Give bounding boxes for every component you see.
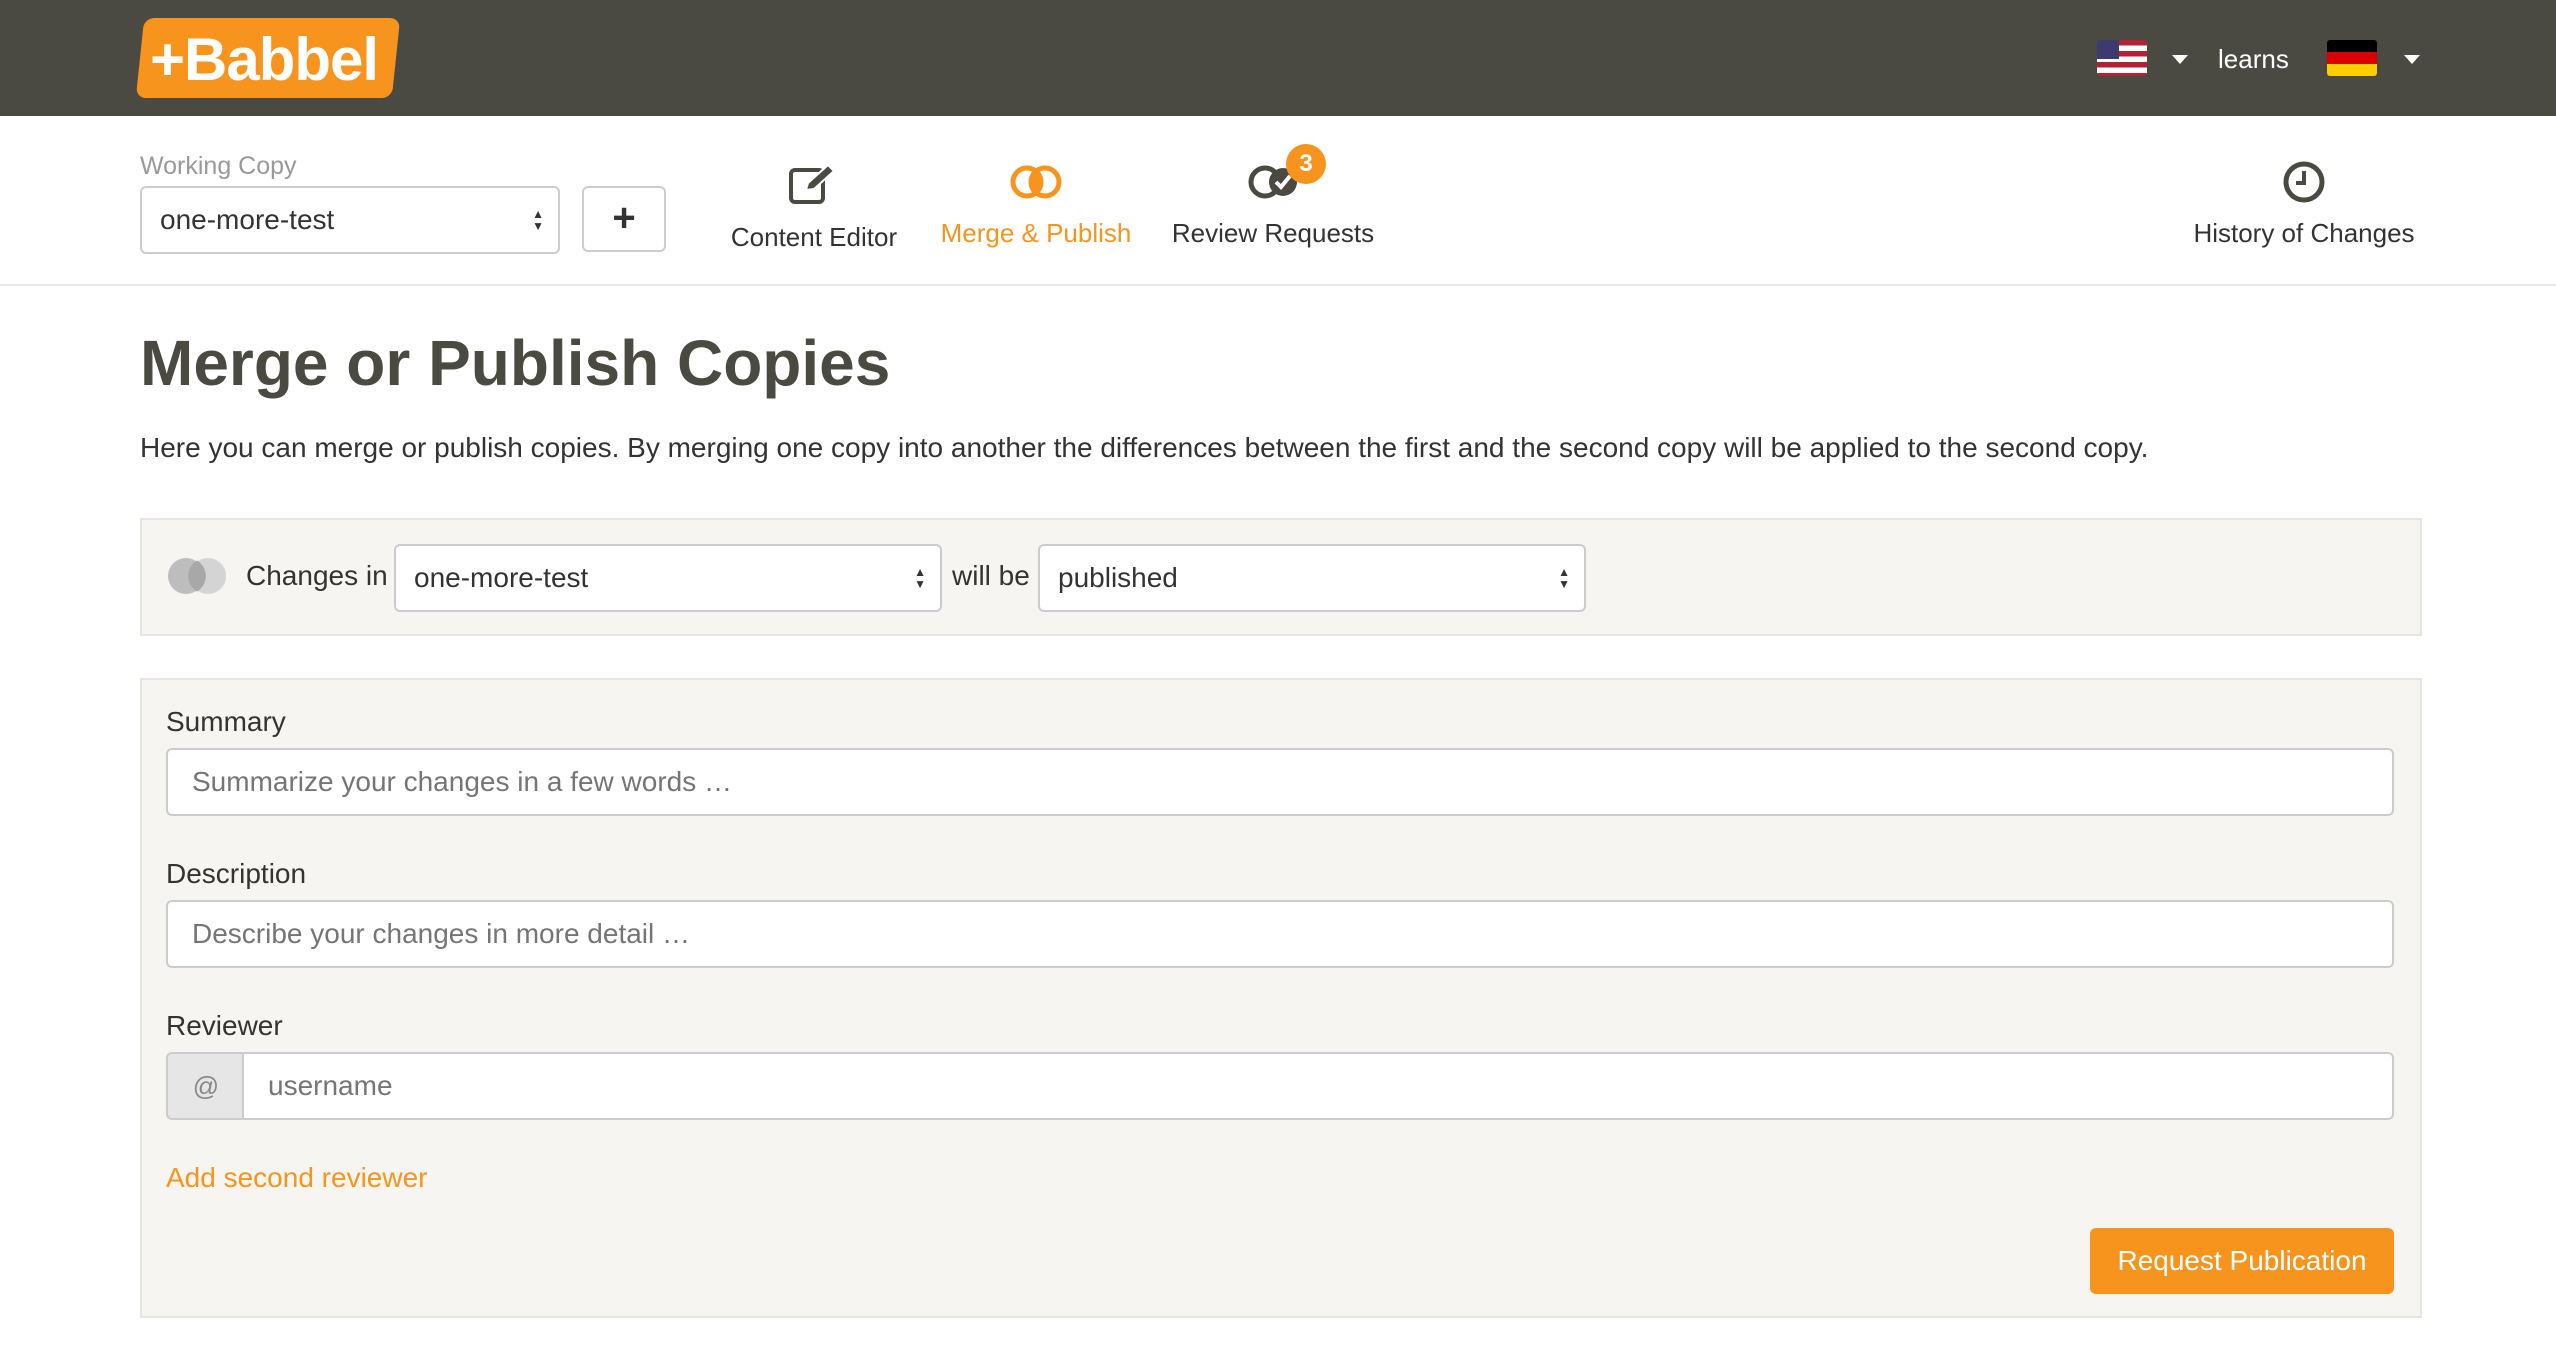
clock-icon xyxy=(2283,161,2325,203)
merge-toggle-icon[interactable] xyxy=(166,556,228,596)
source-copy-select[interactable]: one-more-test ▲ ▼ xyxy=(394,544,942,612)
working-copy-value: one-more-test xyxy=(160,204,335,235)
description-label: Description xyxy=(166,858,307,889)
at-sign-addon: @ xyxy=(166,1052,244,1120)
source-copy-value: one-more-test xyxy=(414,562,589,593)
chevron-down-icon[interactable] xyxy=(2172,55,2188,64)
merge-icon xyxy=(1010,165,1062,199)
logo-text: +Babbel xyxy=(150,26,379,93)
tab-history-of-changes[interactable]: History of Changes xyxy=(2180,150,2428,260)
target-action-value: published xyxy=(1058,562,1178,593)
de-flag-icon[interactable] xyxy=(2327,40,2377,76)
target-action-select[interactable]: published ▲ ▼ xyxy=(1038,544,1586,612)
summary-input[interactable] xyxy=(166,748,2394,816)
review-count-badge: 3 xyxy=(1286,144,1326,184)
tab-review-requests[interactable]: Review Requests xyxy=(1160,150,1386,260)
reviewer-label: Reviewer xyxy=(166,1010,283,1041)
intro-text: Here you can merge or publish copies. By… xyxy=(140,432,2149,463)
tab-merge-publish[interactable]: Merge & Publish xyxy=(926,150,1146,260)
tab-label: Content Editor xyxy=(730,222,898,252)
top-bar: +Babbel learns xyxy=(0,0,2556,116)
working-copy-label: Working Copy xyxy=(140,152,297,180)
chevron-down-icon[interactable] xyxy=(2404,55,2420,64)
tab-label: Merge & Publish xyxy=(940,218,1132,248)
will-be-label: will be xyxy=(952,560,1030,591)
select-arrows-icon: ▲ ▼ xyxy=(914,565,926,591)
add-second-reviewer-link[interactable]: Add second reviewer xyxy=(166,1162,427,1194)
tab-label: Review Requests xyxy=(1171,218,1375,248)
description-input[interactable] xyxy=(166,900,2394,968)
working-copy-select[interactable]: one-more-test ▲ ▼ xyxy=(140,186,560,254)
request-publication-button[interactable]: Request Publication xyxy=(2090,1228,2394,1294)
tab-label: History of Changes xyxy=(2193,218,2415,248)
page-title: Merge or Publish Copies xyxy=(140,327,891,399)
us-flag-icon[interactable] xyxy=(2097,40,2147,76)
select-arrows-icon: ▲ ▼ xyxy=(532,207,544,233)
changes-in-label: Changes in xyxy=(246,560,388,591)
select-arrows-icon: ▲ ▼ xyxy=(1558,565,1570,591)
edit-icon xyxy=(789,163,836,204)
add-copy-button[interactable]: + xyxy=(582,186,666,252)
summary-label: Summary xyxy=(166,706,286,737)
learns-label: learns xyxy=(2218,44,2289,74)
tab-content-editor[interactable]: Content Editor xyxy=(716,150,912,260)
reviewer-username-input[interactable] xyxy=(242,1052,2394,1120)
